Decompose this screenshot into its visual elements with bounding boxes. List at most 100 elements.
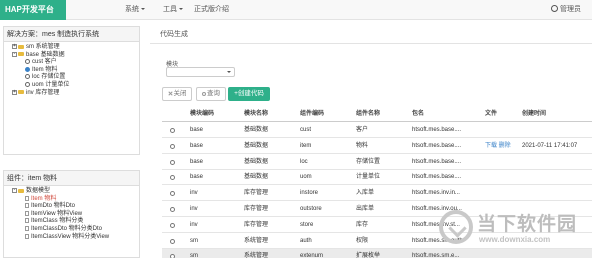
row-radio[interactable] [170,159,175,165]
table-cell: extenum [300,253,324,258]
menu-tools[interactable]: 工具 [163,0,183,20]
column-header[interactable]: 创建时间 [522,107,546,122]
table-cell: 2021-07-11 17:41:07 [522,142,578,149]
tree-node-label: Item 物料 [31,195,57,202]
collapse-icon[interactable]: - [12,51,17,57]
table-cell: 物料 [356,142,369,149]
close-button[interactable]: 关闭 [162,87,192,101]
menu-system[interactable]: 系统 [125,0,145,20]
tree-node-label: inv 库存管理 [26,89,60,96]
table-cell: cust [300,127,312,133]
tree-node-loc[interactable]: loc 存储位置 [6,74,139,82]
table-cell: 权限 [356,237,369,244]
user-menu[interactable]: 管理员 [551,0,581,20]
table-cell: base [190,174,204,181]
folder-icon [18,44,24,49]
row-radio[interactable] [170,238,175,244]
table-cell: item [300,142,312,149]
table-cell: auth [300,237,312,244]
tree-node-model[interactable]: ItemClassView 物料分类View [6,233,139,242]
close-button-label: 关闭 [173,90,187,97]
watermark-url: www.downxia.com [479,235,551,244]
table-cell: htsoft.mes.base.... [412,158,462,165]
watermark: 当下软件园 www.downxia.com [439,205,592,258]
table-cell: 库存管理 [244,221,269,228]
row-radio[interactable] [170,222,175,228]
tree-node-model[interactable]: ItemClass 物料分类 [6,218,139,226]
tree-node-label: cust 客户 [32,59,57,66]
column-header[interactable]: 模块名称 [244,107,268,122]
table-cell: 系统管理 [244,253,269,258]
create-code-button[interactable]: +创建代码 [228,87,270,101]
row-radio[interactable] [170,175,175,181]
table-cell: sm [190,237,198,244]
menu-release-intro[interactable]: 正式版介绍 [194,0,229,20]
table-row[interactable]: base 基础数据 loc 存储位置 htsoft.mes.base.... [162,155,592,170]
row-radio[interactable] [170,254,175,258]
column-header[interactable]: 组件名称 [356,107,380,122]
table-cell: base [190,127,204,133]
row-radio[interactable] [170,128,175,133]
document-icon [25,195,29,201]
table-cell: store [300,221,314,228]
document-icon [25,233,29,239]
chevron-down-icon [141,8,145,11]
tree-node-uom[interactable]: uom 计量单位 [6,81,139,90]
table-cell: loc [300,158,308,165]
tree-node-item[interactable]: Item 物料 [6,66,139,75]
collapse-icon[interactable]: - [12,188,17,193]
folder-icon [18,52,24,57]
table-row[interactable]: base 基础数据 cust 客户 htsoft.mes.base.... [162,123,592,138]
column-header[interactable]: 文件 [485,107,497,122]
expand-icon[interactable]: + [12,44,17,49]
table-cell: 计量单位 [356,174,381,181]
tree-node-label: Item 物料 [32,66,58,73]
table-cell: 基础数据 [244,174,269,181]
component-panel: 组件：item 物料 - 数据模型 Item 物料 ItemDto 物料Dto I… [3,170,140,258]
tree-node-model[interactable]: ItemClassDto 物料分类Dto [6,225,139,234]
chevron-down-icon [179,8,183,11]
expand-icon[interactable]: + [12,89,17,95]
tree-node-label: ItemClassView 物料分类View [31,233,110,240]
table-cell: 基础数据 [244,127,269,133]
table-cell: outstore [300,206,322,212]
tree-node-label: sm 系统管理 [26,44,60,51]
query-button[interactable]: 查询 [196,87,226,101]
table-cell: 入库单 [356,190,375,197]
row-radio[interactable] [170,191,175,197]
table-cell: 客户 [356,127,369,133]
page-title: 代码生成 [160,31,188,38]
tree-node-label: ItemView 物料View [31,210,83,217]
column-header[interactable]: 组件编码 [300,107,324,122]
column-header[interactable]: 包名 [412,107,424,122]
table-cell: 库存管理 [244,190,269,197]
menu-tools-label: 工具 [163,6,177,13]
tree-node-sm[interactable]: + sm 系统管理 [6,44,139,52]
search-icon [202,92,206,96]
app-brand[interactable]: HAP开发平台 [0,0,66,20]
document-icon [25,210,29,216]
file-actions[interactable]: 下载 删除 [485,139,511,154]
document-icon [25,225,29,231]
solution-panel-title: 解决方案：mes 制造执行系统 [4,27,139,42]
row-radio[interactable] [170,207,175,212]
menu-release-intro-label: 正式版介绍 [194,6,229,13]
table-row[interactable]: base 基础数据 uom 计量单位 htsoft.mes.base.... [162,170,592,186]
column-header[interactable]: 模块编码 [190,107,214,122]
watermark-text: 当下软件园 [477,214,578,235]
row-radio[interactable] [170,143,175,149]
table-row[interactable]: base 基础数据 item 物料 htsoft.mes.base.... 下载 删除 20… [162,139,592,154]
user-name: 管理员 [560,6,581,13]
table-cell: 库存管理 [244,206,269,212]
tree-node-base[interactable]: - base 基础数据 [6,51,139,60]
document-icon [25,218,29,224]
tree-node-cust[interactable]: cust 客户 [6,59,139,67]
module-select[interactable] [166,67,235,77]
table-row[interactable]: inv 库存管理 instore 入库单 htsoft.mes.inv.in... [162,186,592,202]
tree-node-data-model[interactable]: - 数据模型 [6,188,139,196]
tree-node-label: ItemDto 物料Dto [31,203,76,210]
tree-node-inv[interactable]: + inv 库存管理 [6,89,139,98]
table-cell: 系统管理 [244,237,269,244]
component-icon [25,74,30,80]
tree-node-model[interactable]: ItemDto 物料Dto [6,203,139,211]
